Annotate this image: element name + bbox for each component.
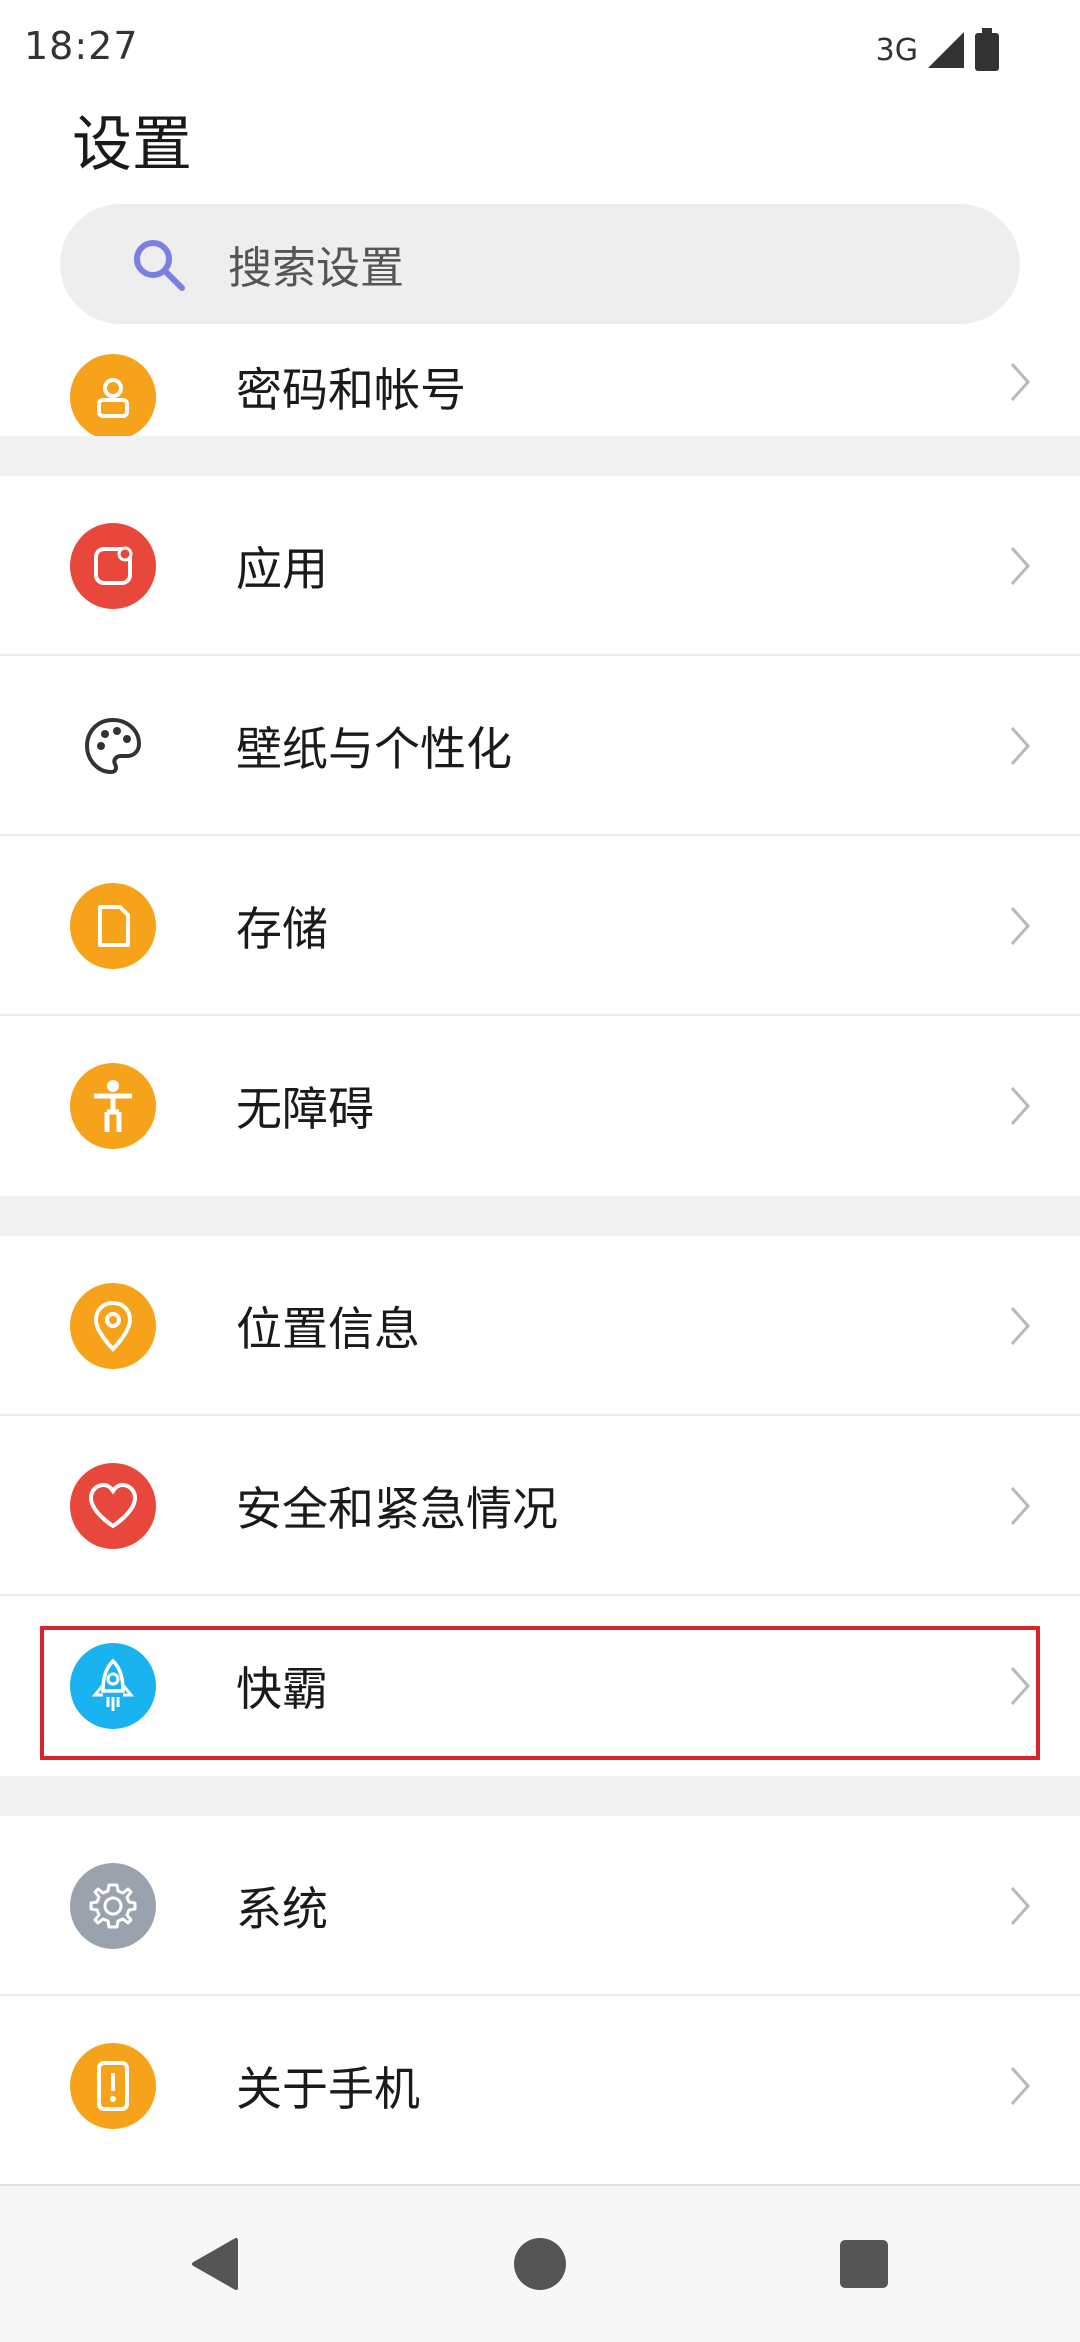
chevron-right-icon xyxy=(1010,1667,1031,1705)
accessibility-icon xyxy=(70,1063,156,1149)
chevron-right-icon xyxy=(1010,2067,1031,2105)
settings-item-label: 快霸 xyxy=(236,1662,328,1716)
chevron-right-icon xyxy=(1010,907,1031,945)
search-bar[interactable]: 搜索设置 xyxy=(60,204,1020,324)
search-placeholder: 搜索设置 xyxy=(228,243,404,294)
settings-item-label: 壁纸与个性化 xyxy=(236,722,512,776)
chevron-right-icon xyxy=(1010,1487,1031,1525)
settings-item-label: 位置信息 xyxy=(236,1302,420,1356)
chevron-right-icon xyxy=(1010,727,1031,765)
heart-icon xyxy=(70,1463,156,1549)
status-bar: 18:27 3G xyxy=(0,0,1080,96)
settings-list: 应用 壁纸与个性化 存储 无障碍 位置信息 安全和紧急情况 快霸 系统 关于手机 xyxy=(0,436,1080,2176)
settings-item-wallpaper[interactable]: 壁纸与个性化 xyxy=(0,656,1080,836)
chevron-right-icon xyxy=(1010,547,1031,585)
settings-item-label: 关于手机 xyxy=(236,2062,420,2116)
group-divider xyxy=(0,436,1080,476)
chevron-right-icon xyxy=(1010,1307,1031,1345)
settings-item-safety-emergency[interactable]: 安全和紧急情况 xyxy=(0,1416,1080,1596)
signal-icon xyxy=(928,32,964,68)
location-icon xyxy=(70,1283,156,1369)
settings-item-label: 系统 xyxy=(236,1882,328,1936)
storage-icon xyxy=(70,883,156,969)
group-divider xyxy=(0,1196,1080,1236)
settings-item-kuaiba[interactable]: 快霸 xyxy=(0,1596,1080,1776)
settings-item-storage[interactable]: 存储 xyxy=(0,836,1080,1016)
home-icon[interactable] xyxy=(512,2236,568,2292)
settings-item-label: 存储 xyxy=(236,902,328,956)
rocket-icon xyxy=(70,1643,156,1729)
battery-icon xyxy=(975,28,999,71)
palette-icon xyxy=(70,703,156,789)
group-divider xyxy=(0,1776,1080,1816)
chevron-right-icon xyxy=(1010,363,1031,401)
settings-item-system[interactable]: 系统 xyxy=(0,1816,1080,1996)
settings-item-label: 密码和帐号 xyxy=(236,363,466,417)
settings-item-accessibility[interactable]: 无障碍 xyxy=(0,1016,1080,1196)
settings-item-about-phone[interactable]: 关于手机 xyxy=(0,1996,1080,2176)
page-title: 设置 xyxy=(72,110,192,180)
gear-icon xyxy=(70,1863,156,1949)
network-type: 3G xyxy=(875,32,918,68)
status-icons: 3G xyxy=(876,28,1000,72)
apps-icon xyxy=(70,523,156,609)
chevron-right-icon xyxy=(1010,1087,1031,1125)
settings-item-label: 无障碍 xyxy=(236,1082,374,1136)
settings-item-label: 安全和紧急情况 xyxy=(236,1482,558,1536)
settings-item-label: 应用 xyxy=(236,542,328,596)
chevron-right-icon xyxy=(1010,1887,1031,1925)
settings-item-apps[interactable]: 应用 xyxy=(0,476,1080,656)
status-time: 18:27 xyxy=(24,24,139,68)
search-icon xyxy=(134,240,185,291)
navigation-bar xyxy=(0,2184,1080,2342)
phone-info-icon xyxy=(70,2043,156,2129)
account-icon xyxy=(70,354,156,436)
recents-icon[interactable] xyxy=(838,2238,890,2290)
settings-item-location[interactable]: 位置信息 xyxy=(0,1236,1080,1416)
back-icon[interactable] xyxy=(186,2236,242,2292)
